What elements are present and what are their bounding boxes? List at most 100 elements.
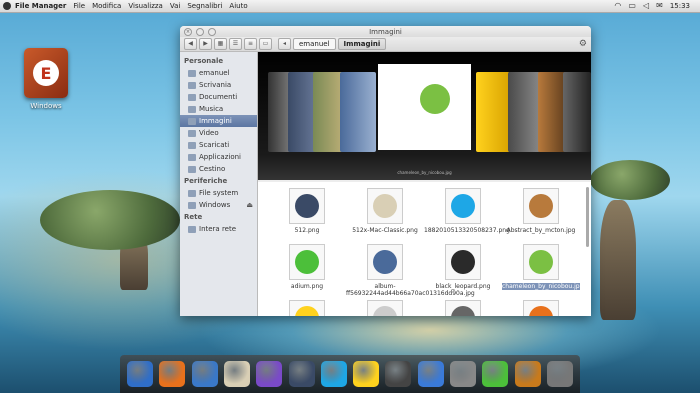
window-body: Personale emanuel Scrivania Documenti Mu… [180,52,591,316]
sidebar-item-documenti[interactable]: Documenti [180,91,257,103]
file-name: 512.png [294,227,320,234]
sidebar-item-windows[interactable]: Windows ⏏ [180,199,257,211]
mac-classic-icon[interactable] [223,361,250,387]
drive-logo-icon: E [33,60,59,86]
dock [120,355,580,393]
file-name: adium.png [290,283,324,290]
top-menu-bar: File Manager File Modifica Visualizza Va… [0,0,700,13]
photos-icon[interactable] [385,361,412,387]
menu-modifica[interactable]: Modifica [92,2,121,10]
scrollbar[interactable] [586,187,589,247]
file-manager-window: × Immagini ◀ ▶ ▦ ☰ ≡ ▭ ◂ emanuel Immagin… [180,26,591,316]
clock[interactable]: 15:33 [670,2,690,10]
mail-icon[interactable]: ✉ [656,0,663,12]
firefox-icon[interactable] [159,361,186,387]
trash-icon [188,165,196,173]
coverflow-item[interactable] [340,72,376,152]
drive-icon [188,201,196,209]
menu-file[interactable]: File [73,2,85,10]
back-icon[interactable]: ◀ [184,38,197,50]
breadcrumb-emanuel[interactable]: emanuel [293,38,336,50]
file-thumbnail [367,300,403,316]
finder-icon[interactable] [127,361,154,387]
menu-segnalibri[interactable]: Segnalibri [187,2,222,10]
file-item[interactable]: album-ff56932244ad44b66a70ac01316dd90a.j… [346,244,475,297]
drive-icon [188,189,196,197]
sidebar-item-musica[interactable]: Musica [180,103,257,115]
downloads-icon [188,141,196,149]
itunes-icon[interactable] [288,361,315,387]
coverflow-item[interactable] [563,72,591,152]
sidebar-item-video[interactable]: Video [180,127,257,139]
sidebar-item-immagini[interactable]: Immagini [180,115,257,127]
sidebar-heading-personale: Personale [184,57,224,65]
wifi-icon[interactable]: ◠ [614,0,621,12]
trash-icon[interactable] [546,361,573,387]
sidebar-heading-periferiche: Periferiche [184,177,228,185]
menu-visualizza[interactable]: Visualizza [128,2,162,10]
file-item[interactable]: 512.png [268,188,346,234]
skype-icon[interactable] [320,361,347,387]
file-item[interactable] [502,300,580,316]
sidebar-item-scrivania[interactable]: Scrivania [180,79,257,91]
menu-aiuto[interactable]: Aiuto [229,2,247,10]
coverflow-view[interactable]: chameleon_by_nicobou.jpg [258,52,591,180]
sidebar-item-file-system[interactable]: File system [180,187,257,199]
ring-icon[interactable] [514,361,541,387]
file-name: 1882010513320508237.png [424,227,510,234]
icon-view-icon[interactable]: ▦ [214,38,227,50]
eject-icon[interactable]: ⏏ [246,201,253,209]
file-thumbnail [445,300,481,316]
sidebar-item-label: Windows [199,201,231,209]
file-item[interactable]: 1882010513320508237.png [424,188,510,234]
app-name-menu[interactable]: File Manager [15,2,66,10]
compact-view-icon[interactable]: ≡ [244,38,257,50]
file-item[interactable] [346,300,424,316]
sidebar-item-scaricati[interactable]: Scaricati [180,139,257,151]
desktop-drive-windows[interactable]: E Windows [18,48,74,110]
coverflow-item[interactable] [508,72,540,152]
book-icon[interactable] [256,361,283,387]
skype-icon [451,194,475,218]
file-item[interactable] [268,300,346,316]
volume-icon[interactable]: ◁ [643,0,649,12]
duck-icon [295,306,319,316]
window-titlebar[interactable]: × Immagini [180,26,591,37]
sidebar-item-emanuel[interactable]: emanuel [180,67,257,79]
gear-icon[interactable]: ⚙ [579,39,587,49]
breadcrumb-left-icon[interactable]: ◂ [278,38,291,50]
file-item[interactable]: chameleon_by_nicobou.jpg [502,244,583,290]
coverflow-item[interactable] [476,72,510,152]
adium-icon[interactable] [482,361,509,387]
floating-island [590,160,670,200]
list-view-icon[interactable]: ☰ [229,38,242,50]
coverflow-caption: chameleon_by_nicobou.jpg [397,170,452,175]
disk-utility-icon[interactable] [449,361,476,387]
coverflow-selected-image[interactable] [378,64,471,150]
sidebar-item-label: Cestino [199,165,226,173]
sidebar-item-label: Documenti [199,93,238,101]
applications-icon [188,153,196,161]
breadcrumb-immagini[interactable]: Immagini [337,38,387,50]
forward-icon[interactable]: ▶ [199,38,212,50]
sidebar-item-intera-rete[interactable]: Intera rete [180,223,257,235]
menu-vai[interactable]: Vai [170,2,180,10]
sidebar-heading-rete: Rete [184,213,203,221]
apple-logo-icon[interactable] [3,2,11,10]
file-item[interactable]: 512x-Mac-Classic.png [346,188,424,234]
sidebar-item-cestino[interactable]: Cestino [180,163,257,175]
file-item[interactable]: adium.png [268,244,346,290]
battery-icon[interactable]: ▭ [628,0,636,12]
file-item[interactable] [424,300,502,316]
system-tray: ◠ ▭ ◁ ✉ 15:33 [614,0,690,12]
sidebar-item-applicazioni[interactable]: Applicazioni [180,151,257,163]
coverflow-view-icon[interactable]: ▭ [259,38,272,50]
thunderbird-icon[interactable] [191,361,218,387]
file-item[interactable]: Abstract_by_mcton.jpg [502,188,580,234]
duck-icon[interactable] [353,361,380,387]
file-name: 512x-Mac-Classic.png [352,227,418,234]
desktop-icon-label: Windows [30,102,62,110]
file-grid: 512.png 512x-Mac-Classic.png 1882010513320… [258,182,591,316]
xcode-icon[interactable] [417,361,444,387]
file-item[interactable]: black_leopard.png [424,244,502,290]
